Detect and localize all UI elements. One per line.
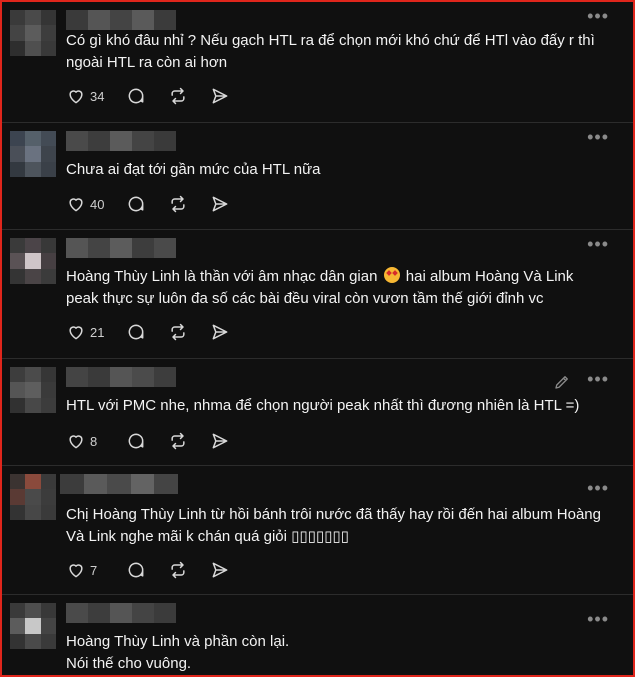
comment-actions: 21	[66, 320, 252, 344]
reply-button[interactable]	[126, 560, 146, 580]
more-icon[interactable]: •••	[587, 234, 609, 254]
avatar[interactable]	[10, 131, 56, 177]
comment-actions: 8	[66, 429, 252, 453]
send-icon	[212, 433, 228, 449]
username-blurred[interactable]	[60, 474, 178, 494]
like-button[interactable]: 34	[66, 86, 104, 106]
comment-item: ••• Có gì khó đâu nhỉ ? Nếu gạch HTL ra …	[2, 2, 633, 123]
heart-icon	[69, 198, 83, 212]
heart-icon	[69, 564, 83, 578]
comment-icon	[129, 196, 144, 212]
like-button[interactable]: 7	[66, 560, 104, 580]
like-button[interactable]: 21	[66, 322, 104, 342]
reply-button[interactable]	[126, 431, 146, 451]
share-button[interactable]	[210, 86, 230, 106]
like-count: 21	[90, 324, 105, 340]
share-button[interactable]	[210, 322, 230, 342]
more-icon[interactable]: •••	[587, 127, 609, 147]
share-button[interactable]	[210, 194, 230, 214]
like-button[interactable]: 40	[66, 194, 104, 214]
comment-item: ••• Chưa ai đạt tới gần mức của HTL nữa …	[2, 123, 633, 230]
repost-icon	[171, 87, 186, 105]
comment-icon	[129, 88, 144, 104]
like-count: 34	[90, 88, 105, 104]
more-icon[interactable]: •••	[587, 609, 609, 629]
send-icon	[213, 324, 228, 340]
repost-button[interactable]	[168, 86, 188, 106]
like-count: 7	[90, 562, 98, 578]
comment-item: ••• Chị Hoàng Thùy Linh từ hồi bánh trôi…	[2, 466, 633, 595]
comment-actions: 34	[66, 84, 252, 108]
repost-icon	[171, 195, 186, 213]
pencil-icon[interactable]	[553, 373, 571, 391]
repost-button[interactable]	[168, 322, 188, 342]
send-icon	[213, 88, 228, 104]
heart-icon	[69, 90, 83, 104]
comment-text: Chưa ai đạt tới gần mức của HTL nữa	[66, 161, 321, 178]
comment-icon	[128, 562, 144, 578]
more-icon[interactable]: •••	[587, 478, 609, 498]
reply-button[interactable]	[126, 194, 146, 214]
heart-icon	[69, 435, 83, 449]
avatar[interactable]	[10, 10, 56, 56]
comment-text-part: Hoàng Thùy Linh là thần với âm nhạc dân …	[66, 268, 378, 285]
avatar[interactable]	[10, 603, 56, 649]
comment-actions: 40	[66, 192, 252, 216]
username-blurred[interactable]	[66, 367, 176, 387]
comment-item: ••• Hoàng Thùy Linh là thần với âm nhạc …	[2, 230, 633, 359]
avatar[interactable]	[10, 238, 56, 284]
repost-button[interactable]	[168, 194, 188, 214]
like-count: 8	[90, 433, 98, 449]
comment-text: Hoàng Thùy Linh là thần với âm nhạc dân …	[66, 266, 609, 310]
send-icon	[213, 196, 228, 212]
like-button[interactable]: 8	[66, 431, 104, 451]
heart-icon	[69, 326, 83, 340]
username-blurred[interactable]	[66, 238, 176, 258]
repost-icon	[171, 561, 185, 579]
repost-icon	[171, 432, 185, 450]
avatar[interactable]	[10, 367, 56, 413]
reply-button[interactable]	[126, 322, 146, 342]
share-button[interactable]	[210, 431, 230, 451]
comment-icon	[128, 433, 144, 449]
more-icon[interactable]: •••	[587, 369, 609, 389]
star-struck-emoji	[383, 267, 400, 283]
comment-text: Hoàng Thùy Linh và phần còn lại. Nói thế…	[66, 633, 290, 672]
username-blurred[interactable]	[66, 10, 176, 30]
repost-icon	[171, 323, 186, 341]
comment-text: Có gì khó đâu nhỉ ? Nếu gạch HTL ra để c…	[66, 32, 595, 71]
username-blurred[interactable]	[66, 131, 176, 151]
comment-item: ••• Hoàng Thùy Linh và phần còn lại. Nói…	[2, 595, 633, 675]
comments-panel: ••• Có gì khó đâu nhỉ ? Nếu gạch HTL ra …	[0, 0, 635, 677]
reply-button[interactable]	[126, 86, 146, 106]
repost-button[interactable]	[168, 560, 188, 580]
more-icon[interactable]: •••	[587, 6, 609, 26]
avatar[interactable]	[10, 474, 56, 520]
share-button[interactable]	[210, 560, 230, 580]
repost-button[interactable]	[168, 431, 188, 451]
send-icon	[212, 562, 228, 578]
comment-icon	[129, 324, 144, 340]
comment-text: Chị Hoàng Thùy Linh từ hồi bánh trôi nướ…	[66, 506, 601, 545]
comment-text: HTL với PMC nhe, nhma để chọn người peak…	[66, 397, 580, 414]
comment-item: ••• HTL với PMC nhe, nhma để chọn người …	[2, 359, 633, 466]
like-count: 40	[90, 196, 105, 212]
username-blurred[interactable]	[66, 603, 176, 623]
comment-actions: 7	[66, 558, 252, 582]
